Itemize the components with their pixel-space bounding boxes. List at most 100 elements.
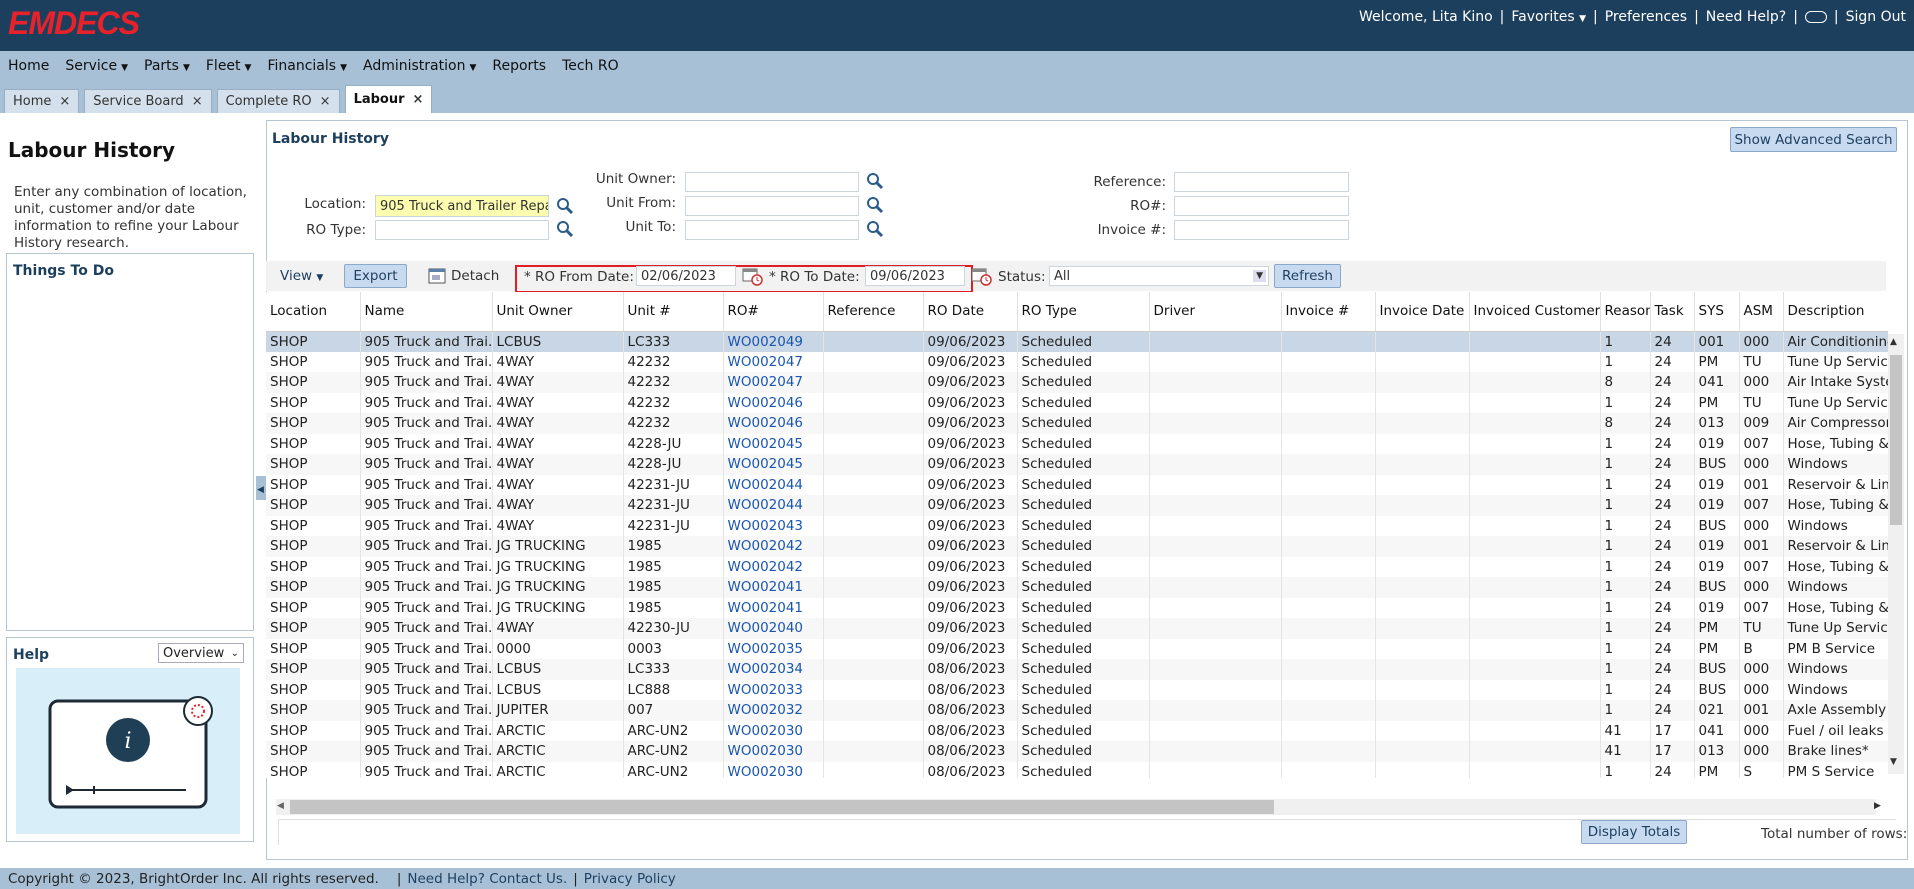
close-icon[interactable]: × [413, 92, 424, 107]
table-row[interactable]: SHOP 905 Truck and Trai... 4WAY 4228-JU WO00… [266, 433, 1888, 454]
horizontal-scroll-thumb[interactable] [290, 800, 1274, 814]
ro-number-link[interactable]: WO002042 [723, 536, 824, 557]
table-row[interactable]: SHOP 905 Truck and Trai... JG TRUCKING 1985… [266, 556, 1888, 577]
column-header[interactable]: Unit Owner [492, 292, 624, 332]
menu-fleet[interactable]: Fleet ▼ [206, 58, 252, 74]
ro-number-link[interactable]: WO002047 [723, 351, 824, 372]
ro-number-link[interactable]: WO002044 [723, 474, 824, 495]
column-header[interactable]: Description [1783, 292, 1888, 332]
tab-service-board[interactable]: Service Board × [84, 89, 212, 113]
scroll-right-arrow[interactable]: ▶ [1874, 801, 1881, 811]
show-advanced-search-button[interactable]: Show Advanced Search [1730, 127, 1897, 152]
column-header[interactable]: Task [1650, 292, 1695, 332]
privacy-link[interactable]: Privacy Policy [584, 871, 676, 887]
ro-number-link[interactable]: WO002032 [723, 700, 824, 721]
ro-number-link[interactable]: WO002033 [723, 679, 824, 700]
table-row[interactable]: SHOP 905 Truck and Trai... JG TRUCKING 1985… [266, 577, 1888, 598]
table-row[interactable]: SHOP 905 Truck and Trai... JG TRUCKING 1985… [266, 597, 1888, 618]
table-row[interactable]: SHOP 905 Truck and Trai... JG TRUCKING 1985… [266, 536, 1888, 557]
table-row[interactable]: SHOP 905 Truck and Trai... 4WAY 42232 WO0020… [266, 351, 1888, 372]
need-help-link[interactable]: Need Help? [1706, 9, 1786, 25]
column-header[interactable]: SYS [1694, 292, 1740, 332]
column-header[interactable]: Location [266, 292, 361, 332]
reference-input[interactable] [1174, 172, 1349, 192]
table-row[interactable]: SHOP 905 Truck and Trai... ARCTIC ARC-UN2 WO… [266, 761, 1888, 778]
table-row[interactable]: SHOP 905 Truck and Trai... 4WAY 42230-JU WO0… [266, 618, 1888, 639]
unit-to-input[interactable] [685, 220, 859, 240]
column-header[interactable]: Unit # [623, 292, 724, 332]
table-row[interactable]: SHOP 905 Truck and Trai... 4WAY 42232 WO0020… [266, 372, 1888, 393]
unit-from-input[interactable] [685, 196, 859, 216]
refresh-button[interactable]: Refresh [1274, 264, 1341, 288]
table-row[interactable]: SHOP 905 Truck and Trai... 4WAY 42232 WO0020… [266, 413, 1888, 434]
ro-number-link[interactable]: WO002030 [723, 761, 824, 778]
ro-number-link[interactable]: WO002034 [723, 659, 824, 680]
ro-number-input[interactable] [1174, 196, 1349, 216]
help-video-thumbnail[interactable]: i [16, 668, 240, 834]
ro-number-link[interactable]: WO002047 [723, 372, 824, 393]
column-header[interactable]: RO Date [923, 292, 1018, 332]
tab-labour[interactable]: Labour × [344, 85, 433, 113]
tab-complete-ro[interactable]: Complete RO × [216, 89, 340, 113]
table-row[interactable]: SHOP 905 Truck and Trai... ARCTIC ARC-UN2 WO… [266, 741, 1888, 762]
contact-link[interactable]: Need Help? Contact Us. [407, 871, 567, 887]
ro-number-link[interactable]: WO002043 [723, 515, 824, 536]
table-row[interactable]: SHOP 905 Truck and Trai... 4WAY 4228-JU WO00… [266, 454, 1888, 475]
ro-number-link[interactable]: WO002045 [723, 433, 824, 454]
menu-reports[interactable]: Reports [492, 58, 546, 74]
unit-to-search-icon[interactable] [866, 220, 884, 238]
close-icon[interactable]: × [192, 94, 203, 109]
column-header[interactable]: ASM [1739, 292, 1784, 332]
detach-icon[interactable] [428, 268, 446, 284]
ro-number-link[interactable]: WO002040 [723, 618, 824, 639]
scroll-left-arrow[interactable]: ◀ [277, 801, 284, 811]
ro-type-input[interactable] [375, 220, 549, 240]
export-button[interactable]: Export [344, 264, 407, 288]
emdecs-logo[interactable]: EMDECS [8, 7, 140, 39]
ro-number-link[interactable]: WO002041 [723, 577, 824, 598]
menu-service[interactable]: Service ▼ [65, 58, 128, 74]
chat-icon[interactable] [1804, 11, 1827, 23]
ro-to-date-input[interactable]: 09/06/2023 [865, 266, 965, 286]
unit-from-search-icon[interactable] [866, 196, 884, 214]
menu-tech-ro[interactable]: Tech RO [562, 58, 619, 74]
ro-type-search-icon[interactable] [556, 220, 574, 238]
scroll-up-arrow[interactable]: ▲ [1890, 337, 1897, 347]
menu-home[interactable]: Home [8, 58, 49, 74]
table-row[interactable]: SHOP 905 Truck and Trai... 4WAY 42232 WO0020… [266, 392, 1888, 413]
table-row[interactable]: SHOP 905 Truck and Trai... 0000 0003 WO00203… [266, 638, 1888, 659]
table-row[interactable]: SHOP 905 Truck and Trai... LCBUS LC888 WO002… [266, 679, 1888, 700]
table-row[interactable]: SHOP 905 Truck and Trai... ARCTIC ARC-UN2 WO… [266, 720, 1888, 741]
table-row[interactable]: SHOP 905 Truck and Trai... JUPITER 007 WO002… [266, 700, 1888, 721]
status-select[interactable]: All ▼ [1049, 266, 1269, 286]
favorites-menu[interactable]: Favorites ▼ [1511, 9, 1586, 25]
display-totals-button[interactable]: Display Totals [1581, 820, 1687, 844]
column-header[interactable]: Invoiced Customer [1469, 292, 1601, 332]
unit-owner-input[interactable] [685, 172, 859, 192]
menu-parts[interactable]: Parts ▼ [144, 58, 190, 74]
tab-home[interactable]: Home × [4, 89, 80, 113]
column-header[interactable]: Reason [1600, 292, 1651, 332]
collapse-left-panel[interactable]: ◀ [256, 476, 266, 500]
location-search-icon[interactable] [556, 197, 574, 215]
table-row[interactable]: SHOP 905 Truck and Trai... 4WAY 42231-JU WO0… [266, 515, 1888, 536]
column-header[interactable]: Reference [823, 292, 924, 332]
column-header[interactable]: Name [360, 292, 493, 332]
column-header[interactable]: RO Type [1017, 292, 1150, 332]
close-icon[interactable]: × [59, 94, 70, 109]
invoice-number-input[interactable] [1174, 220, 1349, 240]
ro-number-link[interactable]: WO002041 [723, 597, 824, 618]
sign-out-link[interactable]: Sign Out [1846, 9, 1906, 25]
detach-button[interactable]: Detach [451, 268, 499, 284]
close-icon[interactable]: × [320, 94, 331, 109]
ro-number-link[interactable]: WO002035 [723, 638, 824, 659]
column-header[interactable]: Driver [1149, 292, 1282, 332]
ro-number-link[interactable]: WO002030 [723, 720, 824, 741]
scroll-down-arrow[interactable]: ▼ [1890, 757, 1897, 767]
column-header[interactable]: Invoice # [1281, 292, 1376, 332]
table-row[interactable]: SHOP 905 Truck and Trai... LCBUS LC333 WO002… [266, 331, 1888, 352]
ro-number-link[interactable]: WO002046 [723, 413, 824, 434]
to-date-calendar-icon[interactable] [971, 267, 993, 287]
table-row[interactable]: SHOP 905 Truck and Trai... 4WAY 42231-JU WO0… [266, 495, 1888, 516]
ro-from-date-input[interactable]: 02/06/2023 [636, 266, 736, 286]
